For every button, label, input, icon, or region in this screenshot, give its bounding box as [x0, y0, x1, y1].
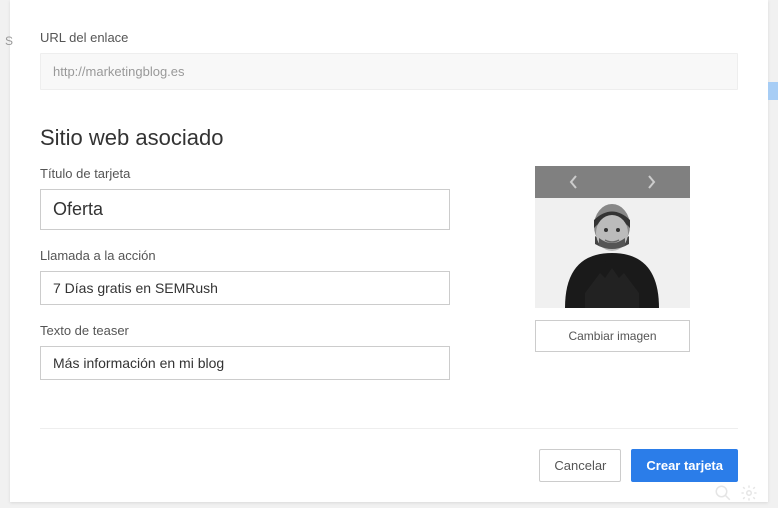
section-title: Sitio web asociado	[40, 125, 738, 151]
image-preview-container	[535, 166, 690, 308]
person-photo	[535, 198, 690, 308]
fields-column: Título de tarjeta Llamada a la acción Te…	[40, 166, 450, 398]
cta-group: Llamada a la acción	[40, 248, 450, 305]
url-input[interactable]	[40, 53, 738, 90]
card-title-label: Título de tarjeta	[40, 166, 450, 181]
prev-image-button[interactable]	[535, 166, 613, 198]
teaser-label: Texto de teaser	[40, 323, 450, 338]
create-card-button[interactable]: Crear tarjeta	[631, 449, 738, 482]
bottom-icons	[714, 484, 758, 502]
next-image-button[interactable]	[613, 166, 691, 198]
change-image-button[interactable]: Cambiar imagen	[535, 320, 690, 352]
gear-icon[interactable]	[740, 484, 758, 502]
cta-label: Llamada a la acción	[40, 248, 450, 263]
create-card-modal: URL del enlace Sitio web asociado Título…	[10, 0, 768, 502]
teaser-group: Texto de teaser	[40, 323, 450, 380]
chevron-left-icon	[568, 174, 580, 190]
image-nav-bar	[535, 166, 690, 198]
card-title-input[interactable]	[40, 189, 450, 230]
preview-image	[535, 198, 690, 308]
url-field-group: URL del enlace	[40, 30, 738, 90]
chevron-right-icon	[645, 174, 657, 190]
modal-footer: Cancelar Crear tarjeta	[40, 428, 738, 482]
card-title-group: Título de tarjeta	[40, 166, 450, 230]
teaser-input[interactable]	[40, 346, 450, 380]
cta-input[interactable]	[40, 271, 450, 305]
search-icon[interactable]	[714, 484, 732, 502]
cancel-button[interactable]: Cancelar	[539, 449, 621, 482]
modal-content: URL del enlace Sitio web asociado Título…	[40, 30, 738, 398]
image-column: Cambiar imagen	[490, 166, 690, 398]
background-stripe	[768, 82, 778, 100]
url-label: URL del enlace	[40, 30, 738, 45]
background-letter: S	[5, 34, 13, 48]
main-row: Título de tarjeta Llamada a la acción Te…	[40, 166, 738, 398]
